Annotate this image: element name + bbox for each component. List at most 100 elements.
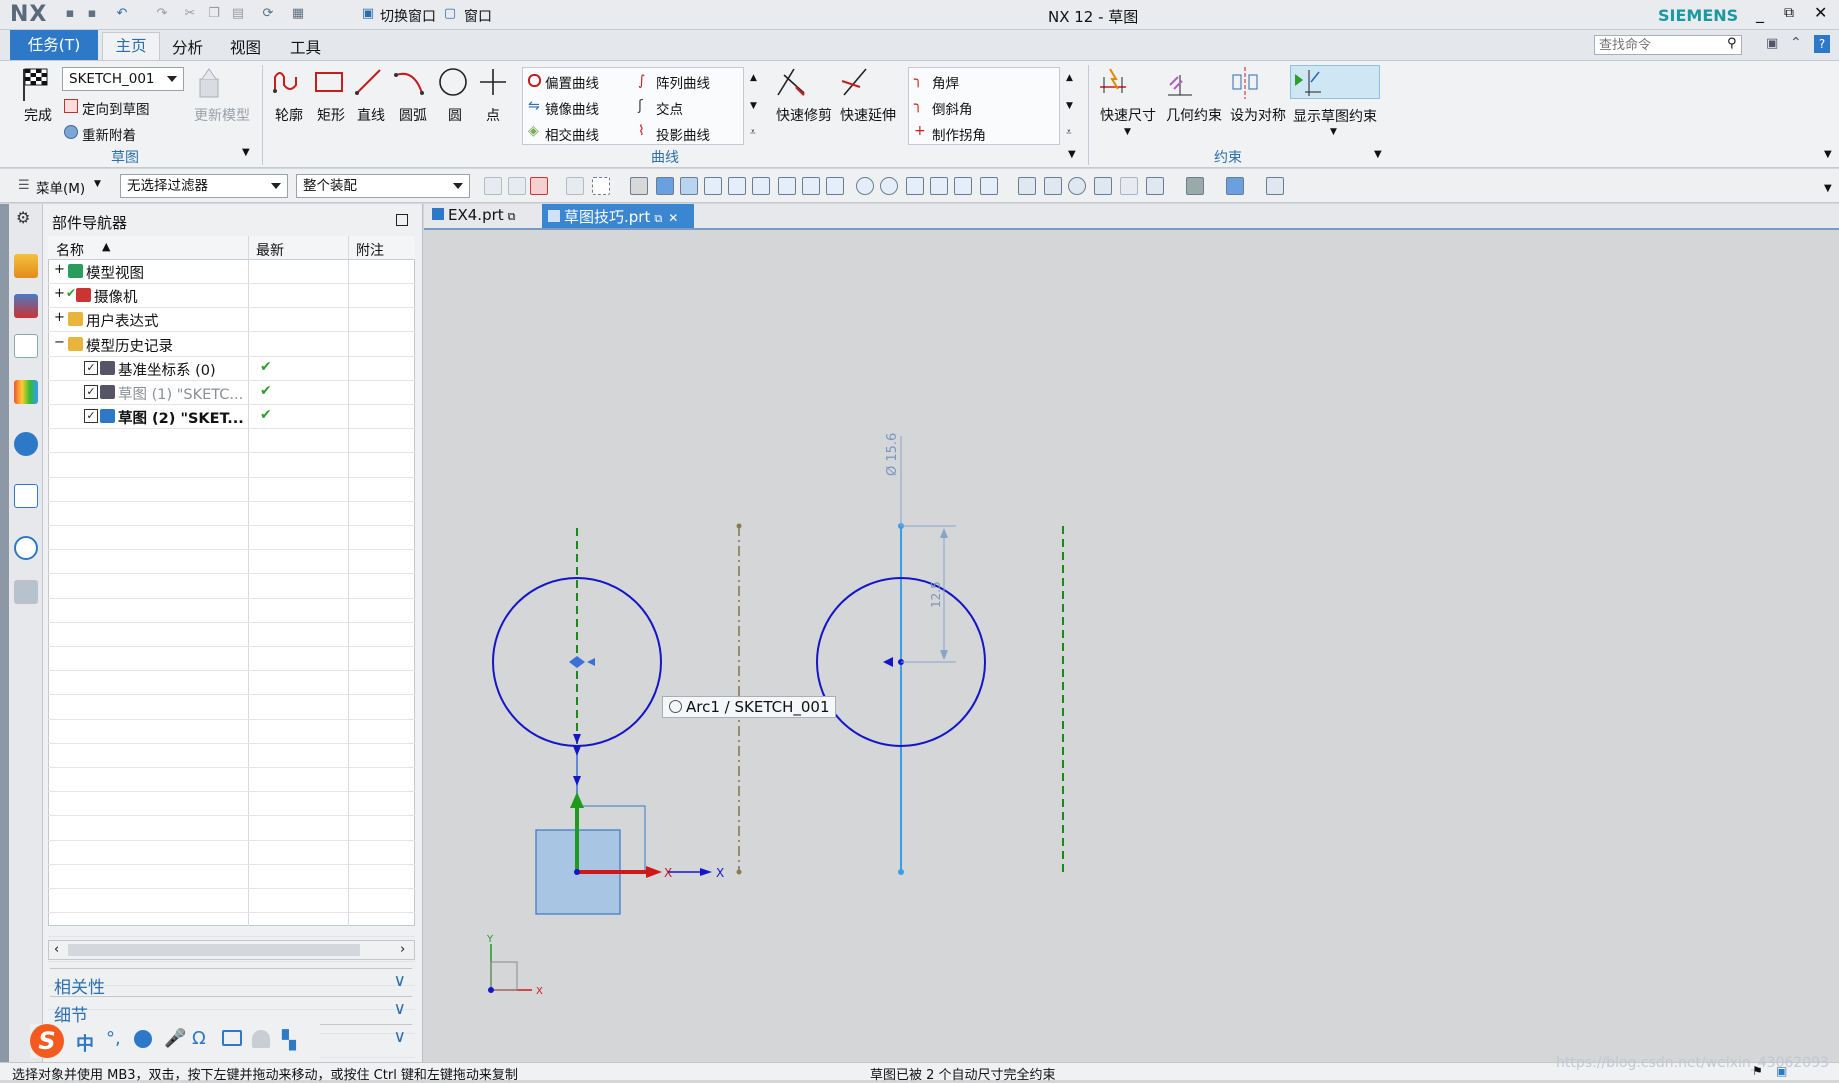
window-icon[interactable]: ▢ bbox=[442, 6, 458, 22]
snap-point-icon[interactable] bbox=[930, 177, 948, 195]
quick-dimension-button[interactable]: 快速尺寸 bbox=[1096, 65, 1160, 125]
hd3d-tools-icon[interactable] bbox=[14, 432, 38, 456]
menu-dropdown-icon[interactable]: ▼ bbox=[94, 179, 101, 189]
rectangle-button[interactable]: 矩形 bbox=[312, 65, 350, 125]
switch-window-button[interactable]: 切换窗口 bbox=[380, 6, 436, 26]
reattach-icon[interactable] bbox=[64, 125, 78, 139]
visibility-checkbox[interactable]: ✓ bbox=[84, 360, 98, 375]
update-model-button[interactable]: 更新模型 bbox=[192, 65, 252, 125]
make-symmetric-button[interactable]: 设为对称 bbox=[1228, 65, 1288, 125]
arc-button[interactable]: 圆弧 bbox=[392, 65, 434, 125]
repeat-command-icon[interactable]: ⟳ bbox=[260, 6, 276, 22]
undo-icon[interactable]: ↶ bbox=[114, 6, 130, 22]
snap-point-icon[interactable] bbox=[826, 177, 844, 195]
paste-icon[interactable]: ▤ bbox=[230, 6, 246, 22]
view-tool-icon[interactable] bbox=[1120, 177, 1138, 195]
snap-point-icon[interactable] bbox=[880, 177, 898, 195]
ime-keyboard-icon[interactable] bbox=[222, 1030, 242, 1046]
expand-icon[interactable]: + bbox=[54, 310, 65, 325]
view-tool-icon[interactable] bbox=[1266, 177, 1284, 195]
system-materials-icon[interactable] bbox=[14, 580, 38, 604]
reuse-library-icon[interactable] bbox=[14, 380, 38, 404]
menu-button[interactable]: 菜单(M) bbox=[36, 177, 85, 197]
collapse-ribbon-icon[interactable]: ⌃ bbox=[1790, 35, 1802, 51]
dependencies-panel[interactable]: 相关性 ∨ bbox=[50, 968, 412, 998]
ime-punctuation-icon[interactable]: °, bbox=[106, 1028, 121, 1049]
circle-button[interactable]: 圆 bbox=[436, 65, 474, 125]
help-icon[interactable]: ? bbox=[1814, 35, 1830, 53]
intersect-curve-button[interactable]: 相交曲线 bbox=[545, 124, 599, 144]
view-tool-icon[interactable] bbox=[1186, 177, 1204, 195]
corner-scroll-up-icon[interactable]: ▲ bbox=[1066, 73, 1073, 83]
touch-mode-icon[interactable]: ▦ bbox=[290, 6, 306, 22]
redo-icon[interactable]: ↷ bbox=[154, 6, 170, 22]
orient-to-sketch-button[interactable]: 定向到草图 bbox=[82, 98, 150, 118]
gallery-more-icon[interactable]: ⩡ bbox=[750, 127, 756, 138]
column-name-header[interactable]: 名称 bbox=[56, 240, 84, 260]
offset-curve-button[interactable]: 偏置曲线 bbox=[545, 72, 599, 92]
tab-pin-icon[interactable]: ⧉ bbox=[654, 212, 662, 225]
details-panel[interactable]: 细节 ∨ bbox=[50, 996, 412, 1026]
view-tool-icon[interactable] bbox=[1018, 177, 1036, 195]
table-row[interactable]: + ✔ 摄像机 bbox=[48, 284, 415, 309]
chamfer-button[interactable]: 倒斜角 bbox=[932, 98, 973, 118]
type-filter-select[interactable]: 无选择过滤器 bbox=[120, 174, 288, 198]
sketch-name-select[interactable]: SKETCH_001 bbox=[62, 67, 184, 91]
constraint-group-expand-icon[interactable]: ▼ bbox=[1374, 149, 1382, 160]
make-corner-button[interactable]: 制作拐角 bbox=[932, 124, 986, 144]
project-curve-button[interactable]: 投影曲线 bbox=[656, 124, 710, 144]
view-tool-icon[interactable] bbox=[1226, 177, 1244, 195]
window-menu-button[interactable]: 窗口 bbox=[464, 6, 492, 26]
cut-icon[interactable]: ✂ bbox=[182, 6, 198, 22]
line-button[interactable]: 直线 bbox=[352, 65, 390, 125]
web-browser-icon[interactable] bbox=[14, 484, 38, 508]
view-tool-icon[interactable] bbox=[1094, 177, 1112, 195]
fillet-button[interactable]: 角焊 bbox=[932, 72, 959, 92]
select-filter-icon[interactable] bbox=[530, 177, 548, 195]
close-icon[interactable]: ✕ bbox=[1814, 3, 1827, 22]
snap-point-icon[interactable] bbox=[680, 177, 698, 195]
corner-scroll-down-icon[interactable]: ▼ bbox=[1066, 101, 1073, 111]
visibility-check-icon[interactable]: ✔ bbox=[66, 286, 76, 300]
gallery-scroll-up-icon[interactable]: ▲ bbox=[750, 73, 757, 83]
scroll-thumb[interactable] bbox=[68, 944, 360, 956]
scope-filter-select[interactable]: 整个装配 bbox=[296, 174, 470, 198]
ime-user-icon[interactable] bbox=[252, 1030, 270, 1048]
orient-to-sketch-icon[interactable] bbox=[64, 99, 78, 113]
settings-gear-icon[interactable]: ⚙ bbox=[16, 208, 30, 227]
expand-icon[interactable]: + bbox=[54, 286, 65, 301]
geometric-constraint-button[interactable]: 几何约束 bbox=[1162, 65, 1226, 125]
ribbon-options-icon[interactable]: ▣ bbox=[1766, 36, 1778, 51]
tab-ex4[interactable]: EX4.prt ⧉ bbox=[430, 206, 542, 228]
assembly-navigator-icon[interactable] bbox=[14, 254, 38, 278]
intersection-point-button[interactable]: 交点 bbox=[656, 98, 683, 118]
visibility-checkbox[interactable]: ✓ bbox=[84, 385, 98, 399]
tab-task[interactable]: 任务(T) bbox=[10, 30, 98, 60]
vertical-dimension-label[interactable]: 12.5 bbox=[929, 581, 943, 608]
scroll-left-icon[interactable]: ‹ bbox=[54, 942, 59, 957]
tab-view[interactable]: 视图 bbox=[230, 36, 261, 58]
quick-extend-button[interactable]: 快速延伸 bbox=[838, 65, 898, 125]
ime-voice-icon[interactable]: 🎤 bbox=[164, 1028, 186, 1049]
status-flag-icon[interactable]: ⚑ bbox=[1752, 1064, 1763, 1078]
snap-point-icon[interactable] bbox=[728, 177, 746, 195]
tab-sketch-tips[interactable]: 草图技巧.prt ⧉ ✕ bbox=[542, 204, 694, 228]
table-row[interactable]: ✓ 基准坐标系 (0) ✔ bbox=[48, 357, 415, 381]
table-row[interactable]: + 模型视图 bbox=[48, 260, 415, 284]
ime-logo[interactable]: S bbox=[30, 1024, 64, 1058]
quick-trim-button[interactable]: 快速修剪 bbox=[774, 65, 834, 125]
filter-tool-icon[interactable] bbox=[566, 177, 584, 195]
filterbar-overflow-icon[interactable]: ▼ bbox=[1824, 183, 1832, 194]
view-tool-icon[interactable] bbox=[1146, 177, 1164, 195]
collapse-icon[interactable]: − bbox=[54, 335, 65, 350]
show-sketch-constraints-button[interactable]: 显示草图约束 bbox=[1290, 65, 1380, 125]
snap-point-icon[interactable] bbox=[752, 177, 770, 195]
mirror-curve-button[interactable]: 镜像曲线 bbox=[545, 98, 599, 118]
view-tool-icon[interactable] bbox=[1068, 177, 1086, 195]
save-icon[interactable]: ▪ bbox=[62, 6, 78, 22]
ime-emoji-icon[interactable] bbox=[134, 1030, 152, 1048]
finish-sketch-button[interactable]: 完成 bbox=[18, 65, 58, 125]
restore-icon[interactable]: ⧉ bbox=[1784, 5, 1794, 21]
visibility-checkbox[interactable]: ✓ bbox=[84, 409, 98, 424]
snap-point-icon[interactable] bbox=[980, 177, 998, 195]
